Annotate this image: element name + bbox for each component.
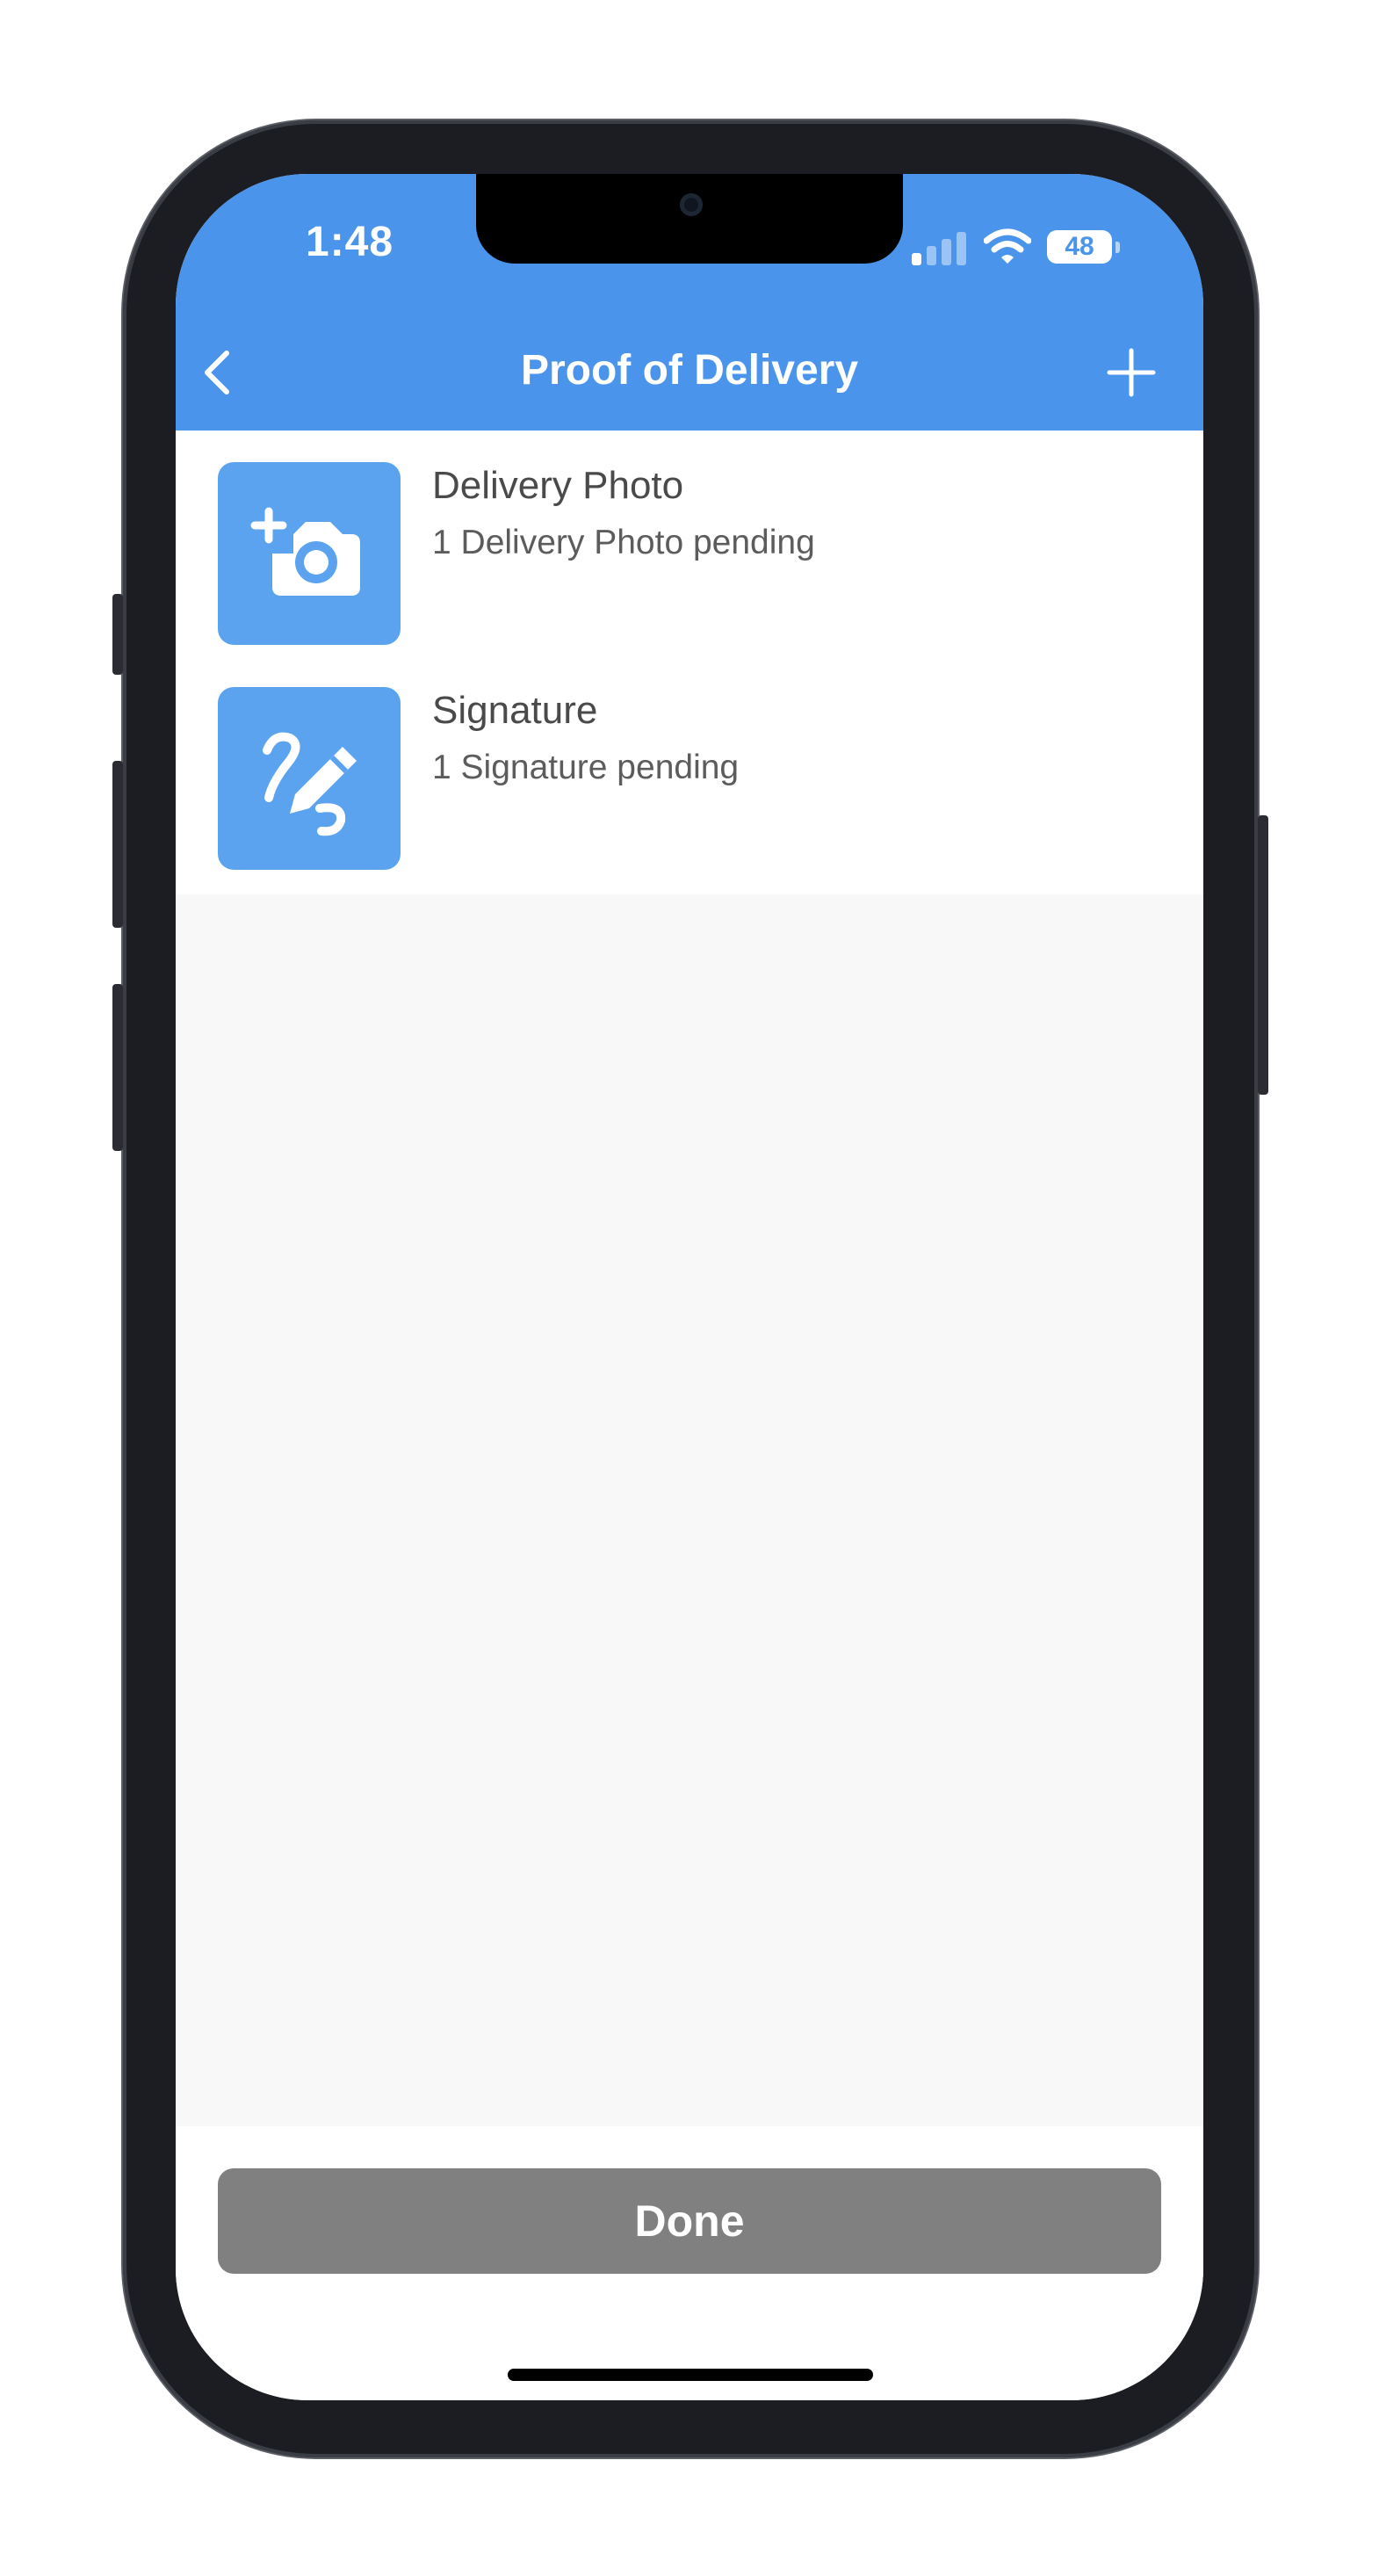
power-button bbox=[1258, 815, 1268, 1095]
footer: Done bbox=[176, 2126, 1203, 2400]
empty-content-area bbox=[176, 894, 1203, 2126]
battery-indicator: 48 bbox=[1047, 230, 1112, 264]
list-item-signature[interactable]: Signature 1 Signature pending bbox=[176, 655, 1203, 880]
nav-bar: Proof of Delivery bbox=[176, 315, 1203, 431]
status-time: 1:48 bbox=[306, 219, 394, 265]
delivery-photo-tile bbox=[218, 462, 401, 645]
home-indicator bbox=[508, 2369, 873, 2381]
item-title: Delivery Photo bbox=[432, 464, 684, 507]
app-screen: 1:48 48 Proof of Delivery Delivery Photo… bbox=[176, 174, 1203, 2400]
volume-up-button bbox=[112, 761, 123, 928]
list-item-delivery-photo[interactable]: Delivery Photo 1 Delivery Photo pending bbox=[176, 431, 1203, 655]
plus-icon bbox=[1107, 348, 1156, 397]
done-button[interactable]: Done bbox=[218, 2168, 1161, 2274]
battery-tip bbox=[1115, 242, 1120, 253]
cellular-signal-icon bbox=[912, 232, 968, 265]
front-camera bbox=[680, 193, 703, 216]
status-bar: 1:48 48 bbox=[176, 174, 1203, 315]
wifi-icon bbox=[984, 228, 1031, 264]
proof-list: Delivery Photo 1 Delivery Photo pending … bbox=[176, 431, 1203, 894]
signature-pencil-icon bbox=[263, 732, 357, 836]
add-button[interactable] bbox=[1107, 348, 1156, 397]
item-subtitle: 1 Signature pending bbox=[432, 749, 740, 786]
add-camera-icon bbox=[250, 507, 360, 596]
signature-tile bbox=[218, 687, 401, 870]
volume-down-button bbox=[112, 984, 123, 1151]
page-title: Proof of Delivery bbox=[520, 347, 859, 394]
item-title: Signature bbox=[432, 689, 598, 732]
notch bbox=[476, 174, 903, 264]
item-subtitle: 1 Delivery Photo pending bbox=[432, 524, 815, 561]
silent-switch bbox=[112, 594, 123, 675]
